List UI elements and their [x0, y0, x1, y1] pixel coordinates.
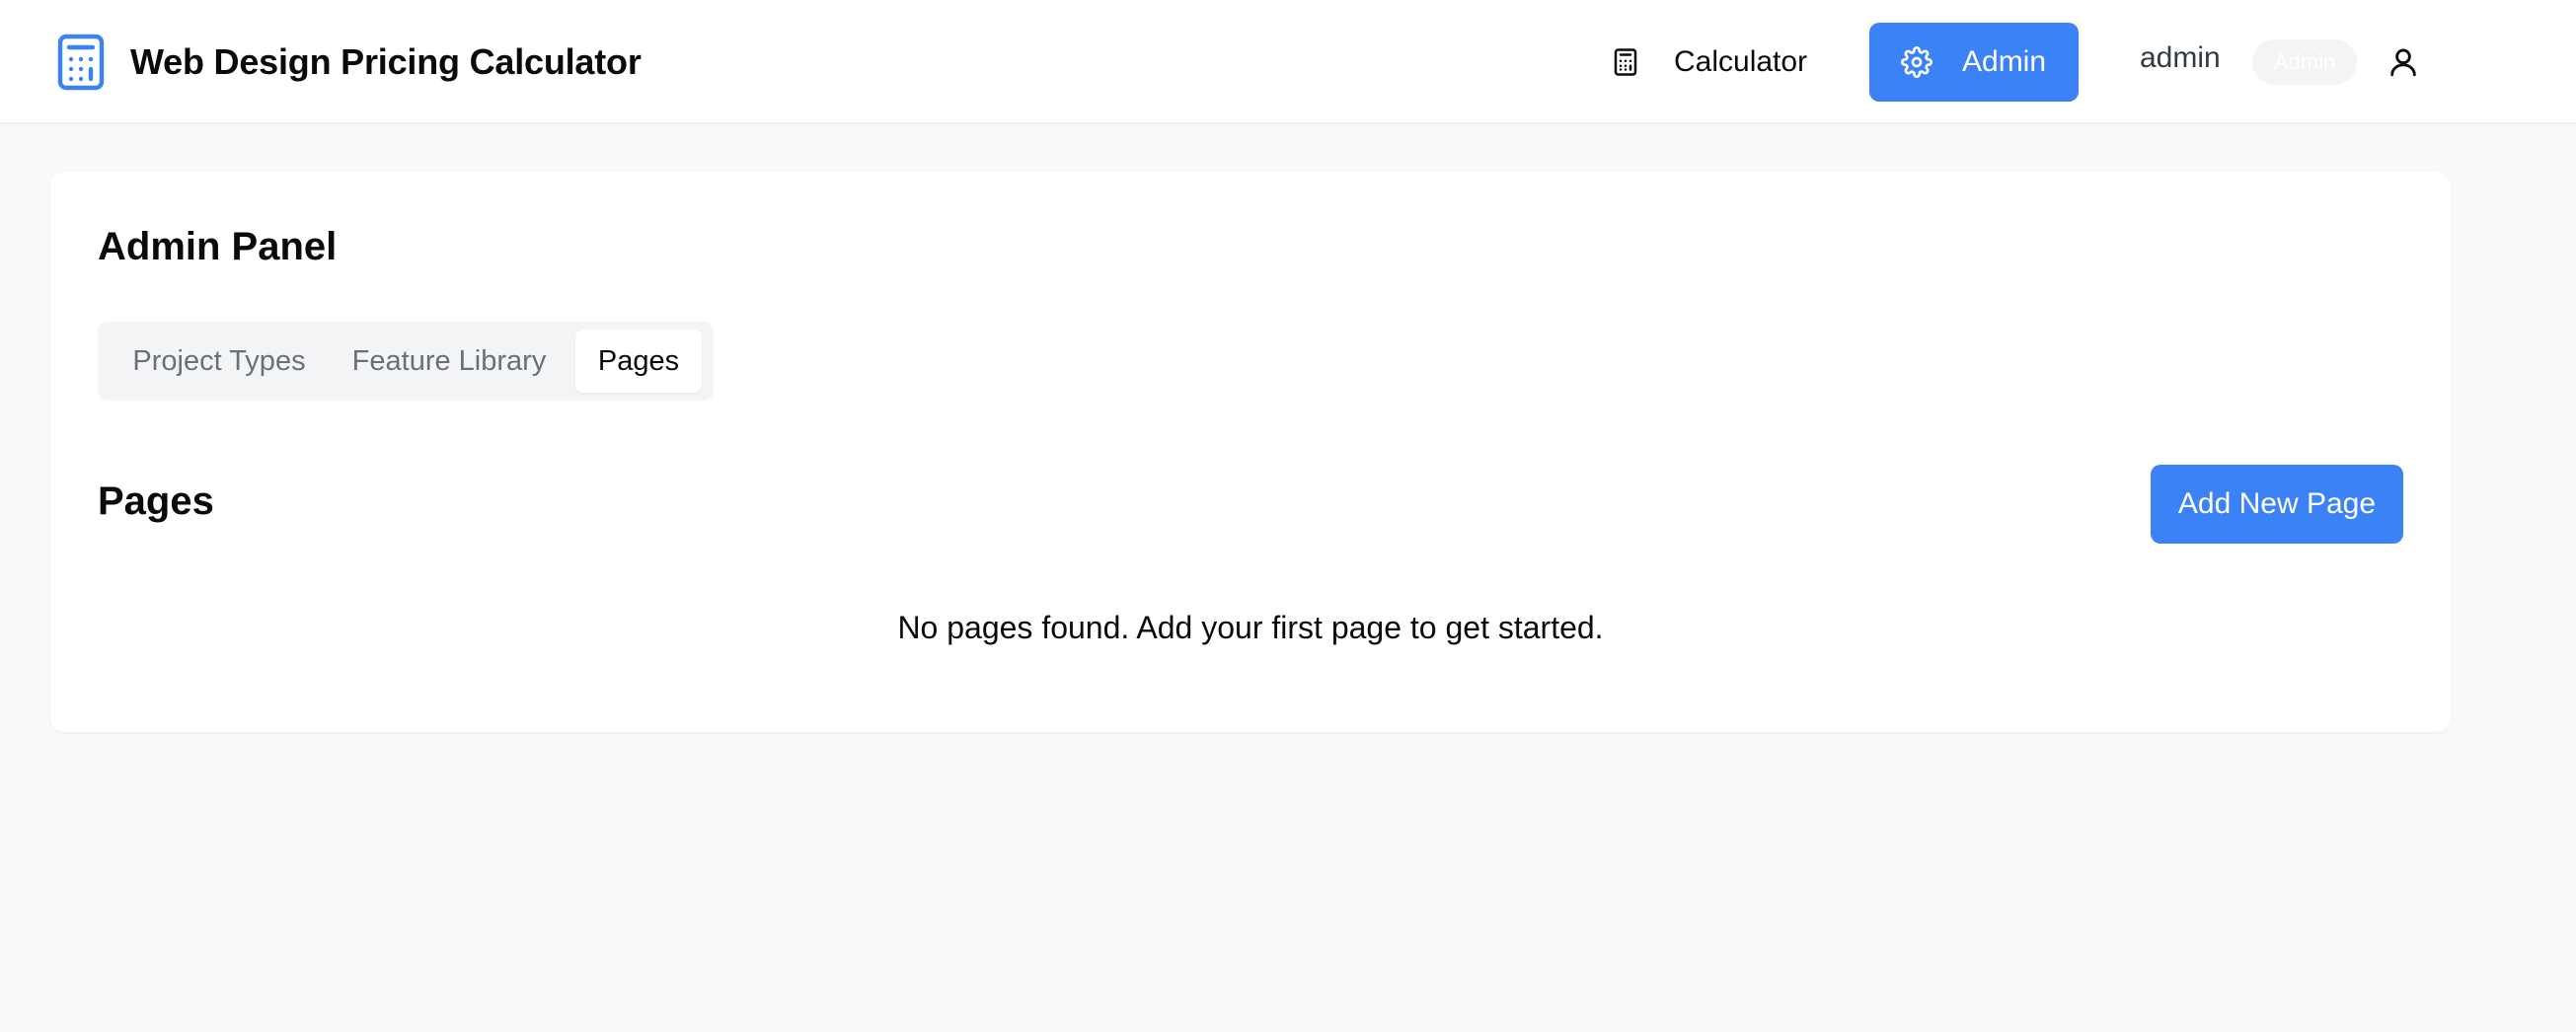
empty-state-message: No pages found. Add your first page to g…: [897, 610, 1604, 645]
role-badge: Admin: [2252, 39, 2357, 85]
tab-project-types[interactable]: Project Types: [106, 330, 333, 393]
tab-pages[interactable]: Pages: [575, 330, 702, 393]
section-title: Pages: [98, 479, 214, 523]
user-icon[interactable]: [2387, 45, 2420, 79]
tab-feature-library[interactable]: Feature Library: [333, 330, 566, 393]
user-name: admin: [2140, 41, 2221, 74]
nav-calculator-label: Calculator: [1674, 45, 1808, 78]
gear-icon: [1901, 46, 1932, 78]
brand[interactable]: Web Design Pricing Calculator: [57, 34, 642, 91]
calculator-icon: [57, 34, 105, 91]
add-new-page-button[interactable]: Add New Page: [2151, 465, 2403, 544]
nav-calculator-link[interactable]: Calculator: [1591, 24, 1828, 101]
calculator-icon: [1614, 48, 1637, 76]
top-navigation-bar: Web Design Pricing Calculator Calculator…: [0, 0, 2576, 124]
page-title: Admin Panel: [98, 225, 338, 268]
app-title: Web Design Pricing Calculator: [130, 41, 642, 82]
nav-admin-button[interactable]: Admin: [1869, 23, 2079, 102]
admin-tabs: Project Types Feature Library Pages: [98, 322, 714, 401]
admin-panel-card: Admin Panel Project Types Feature Librar…: [50, 172, 2451, 732]
nav-admin-label: Admin: [1962, 45, 2047, 78]
